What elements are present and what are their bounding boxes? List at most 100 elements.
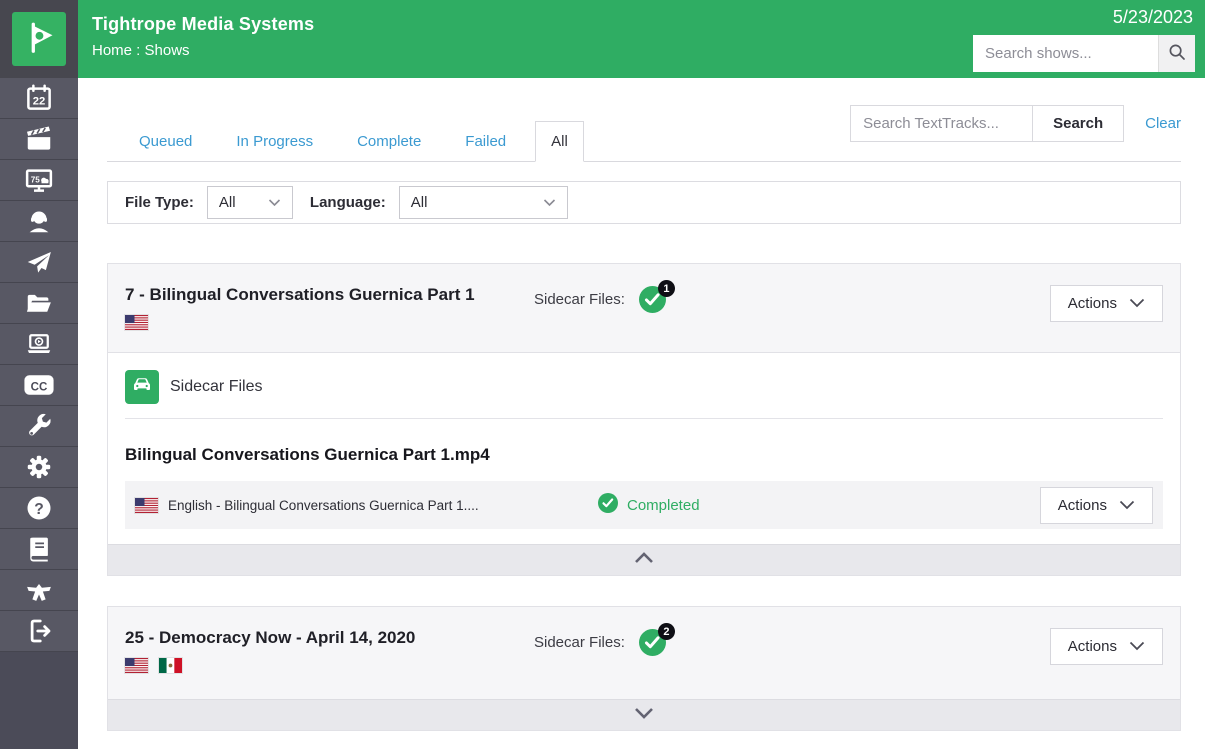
tabs-row: Queued In Progress Complete Failed All S… xyxy=(107,78,1181,162)
show-card-header: 25 - Democracy Now - April 14, 2020 xyxy=(108,607,1180,699)
search-shows-input[interactable] xyxy=(973,35,1158,72)
show-card-details: Sidecar Files Bilingual Conversations Gu… xyxy=(108,352,1180,544)
sidebar-item-acrobat[interactable] xyxy=(0,570,78,611)
sidebar-item-shows[interactable] xyxy=(0,119,78,160)
texttrack-status: Completed xyxy=(598,493,700,518)
chevron-down-icon xyxy=(634,706,654,724)
chevron-down-icon xyxy=(543,194,556,211)
tab-complete[interactable]: Complete xyxy=(342,122,436,161)
logo-cell xyxy=(0,0,78,78)
app-logo[interactable] xyxy=(12,12,66,66)
show-card: 7 - Bilingual Conversations Guernica Par… xyxy=(107,263,1181,576)
topbar: Tightrope Media Systems Home : Shows 5/2… xyxy=(78,0,1205,78)
actions-label: Actions xyxy=(1068,638,1117,655)
sidecar-files-label: Sidecar Files: xyxy=(534,291,625,308)
chevron-down-icon xyxy=(1129,295,1145,312)
sidecar-status-badge[interactable]: 1 xyxy=(639,286,666,313)
svg-text:22: 22 xyxy=(33,95,46,107)
texttrack-label: English - Bilingual Conversations Guerni… xyxy=(168,498,598,513)
check-circle-icon xyxy=(639,300,666,317)
clear-link[interactable]: Clear xyxy=(1145,115,1181,132)
filter-bar: File Type: All Language: All xyxy=(107,181,1181,224)
sidecar-section-title: Sidecar Files xyxy=(170,378,262,396)
check-circle-icon xyxy=(639,643,666,660)
tab-queued[interactable]: Queued xyxy=(124,122,207,161)
sidebar-item-files[interactable] xyxy=(0,283,78,324)
sidebar-item-media-player[interactable] xyxy=(0,324,78,365)
show-card: 25 - Democracy Now - April 14, 2020 xyxy=(107,606,1181,731)
weather-display-icon: 75 xyxy=(24,165,54,195)
main-content: Queued In Progress Complete Failed All S… xyxy=(78,78,1205,731)
language-label: Language: xyxy=(310,194,386,211)
texttrack-row: English - Bilingual Conversations Guerni… xyxy=(125,481,1163,529)
svg-text:?: ? xyxy=(34,501,44,518)
search-texttracks-input[interactable] xyxy=(850,105,1033,142)
app-title: Tightrope Media Systems xyxy=(92,14,1205,35)
sidecar-section-icon-box xyxy=(125,370,159,404)
show-title: 25 - Democracy Now - April 14, 2020 xyxy=(125,628,534,648)
chevron-down-icon xyxy=(1129,638,1145,655)
show-title: 7 - Bilingual Conversations Guernica Par… xyxy=(125,285,534,305)
file-name-heading: Bilingual Conversations Guernica Part 1.… xyxy=(125,445,1163,465)
file-type-value: All xyxy=(219,194,236,211)
sidebar-item-logout[interactable] xyxy=(0,611,78,652)
sidebar-item-support[interactable] xyxy=(0,201,78,242)
tab-in-progress[interactable]: In Progress xyxy=(221,122,328,161)
collapse-toggle[interactable] xyxy=(108,544,1180,575)
us-flag-icon xyxy=(125,658,148,673)
show-card-header: 7 - Bilingual Conversations Guernica Par… xyxy=(108,264,1180,352)
laptop-play-icon xyxy=(24,329,54,359)
file-type-select[interactable]: All xyxy=(207,186,293,219)
search-shows-button[interactable] xyxy=(1158,35,1195,72)
headset-person-icon xyxy=(24,206,54,236)
current-date: 5/23/2023 xyxy=(1113,7,1193,28)
paper-plane-icon xyxy=(24,247,54,277)
sidebar-item-weather-display[interactable]: 75 xyxy=(0,160,78,201)
sidecar-count-badge: 2 xyxy=(658,623,675,640)
play-flag-icon xyxy=(21,19,57,60)
texttracks-search-button[interactable]: Search xyxy=(1033,105,1124,142)
sidebar-item-settings[interactable] xyxy=(0,447,78,488)
us-flag-icon xyxy=(135,498,158,513)
chevron-down-icon xyxy=(1119,497,1135,514)
folder-open-icon xyxy=(24,288,54,318)
sidecar-files-label: Sidecar Files: xyxy=(534,634,625,651)
chevron-up-icon xyxy=(634,551,654,569)
book-icon xyxy=(24,534,54,564)
svg-text:CC: CC xyxy=(31,381,48,393)
divider xyxy=(125,418,1163,419)
language-select[interactable]: All xyxy=(399,186,568,219)
status-text: Completed xyxy=(627,497,700,514)
expand-toggle[interactable] xyxy=(108,699,1180,730)
check-circle-icon xyxy=(598,493,618,518)
calendar-icon: 22 xyxy=(24,83,54,113)
acrobat-icon xyxy=(24,575,54,605)
file-type-label: File Type: xyxy=(125,194,194,211)
chevron-down-icon xyxy=(268,194,281,211)
svg-text:75: 75 xyxy=(31,175,41,184)
sidebar-item-captions[interactable]: CC xyxy=(0,365,78,406)
tab-failed[interactable]: Failed xyxy=(450,122,521,161)
show-actions-button[interactable]: Actions xyxy=(1050,285,1163,322)
sidebar-item-tools[interactable] xyxy=(0,406,78,447)
mx-flag-icon xyxy=(159,658,182,673)
clapperboard-icon xyxy=(24,124,54,154)
show-search xyxy=(973,35,1195,72)
actions-label: Actions xyxy=(1068,295,1117,312)
car-icon xyxy=(130,373,154,402)
sidebar: 22 75 xyxy=(0,0,78,749)
sidebar-item-docs[interactable] xyxy=(0,529,78,570)
show-actions-button[interactable]: Actions xyxy=(1050,628,1163,665)
sidebar-item-send[interactable] xyxy=(0,242,78,283)
sidebar-item-help[interactable]: ? xyxy=(0,488,78,529)
closed-captions-icon: CC xyxy=(22,370,56,400)
sidebar-item-schedule[interactable]: 22 xyxy=(0,78,78,119)
texttrack-actions-button[interactable]: Actions xyxy=(1040,487,1153,524)
us-flag-icon xyxy=(125,315,148,330)
tab-all[interactable]: All xyxy=(535,121,584,162)
texttracks-search: Search Clear xyxy=(850,105,1181,142)
sidecar-count-badge: 1 xyxy=(658,280,675,297)
sidecar-status-badge[interactable]: 2 xyxy=(639,629,666,656)
wrench-icon xyxy=(24,411,54,441)
language-value: All xyxy=(411,194,428,211)
